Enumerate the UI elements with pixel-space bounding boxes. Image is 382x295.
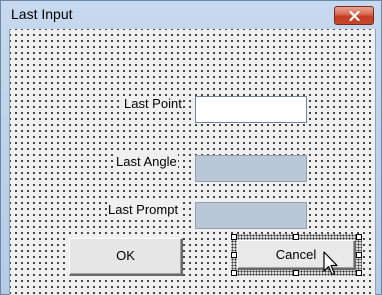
resize-handle-top-left[interactable] bbox=[231, 234, 237, 240]
resize-handle-top[interactable] bbox=[293, 234, 299, 240]
resize-handle-top-right[interactable] bbox=[356, 234, 362, 240]
mouse-pointer-icon bbox=[323, 251, 338, 276]
last-point-field[interactable] bbox=[195, 96, 307, 123]
last-prompt-field bbox=[195, 202, 307, 229]
ok-button-label: OK bbox=[116, 248, 135, 263]
last-prompt-label: Last Prompt bbox=[107, 202, 180, 218]
resize-handle-bottom-right[interactable] bbox=[356, 270, 362, 276]
selection-frame[interactable]: Cancel bbox=[231, 234, 362, 276]
last-angle-field bbox=[195, 155, 307, 182]
close-button[interactable] bbox=[334, 6, 374, 25]
last-angle-label: Last Angle bbox=[115, 154, 178, 170]
last-point-label: Last Point bbox=[123, 96, 183, 112]
resize-handle-bottom[interactable] bbox=[293, 270, 299, 276]
resize-handle-left[interactable] bbox=[231, 252, 237, 258]
window-title: Last Input bbox=[11, 6, 73, 22]
close-icon bbox=[349, 11, 360, 21]
resize-handle-right[interactable] bbox=[356, 252, 362, 258]
dialog-window: Last Input Last Point Last Angle Last Pr… bbox=[0, 0, 382, 295]
title-bar[interactable]: Last Input bbox=[1, 1, 381, 29]
ok-button[interactable]: OK bbox=[69, 238, 183, 276]
resize-handle-bottom-left[interactable] bbox=[231, 270, 237, 276]
